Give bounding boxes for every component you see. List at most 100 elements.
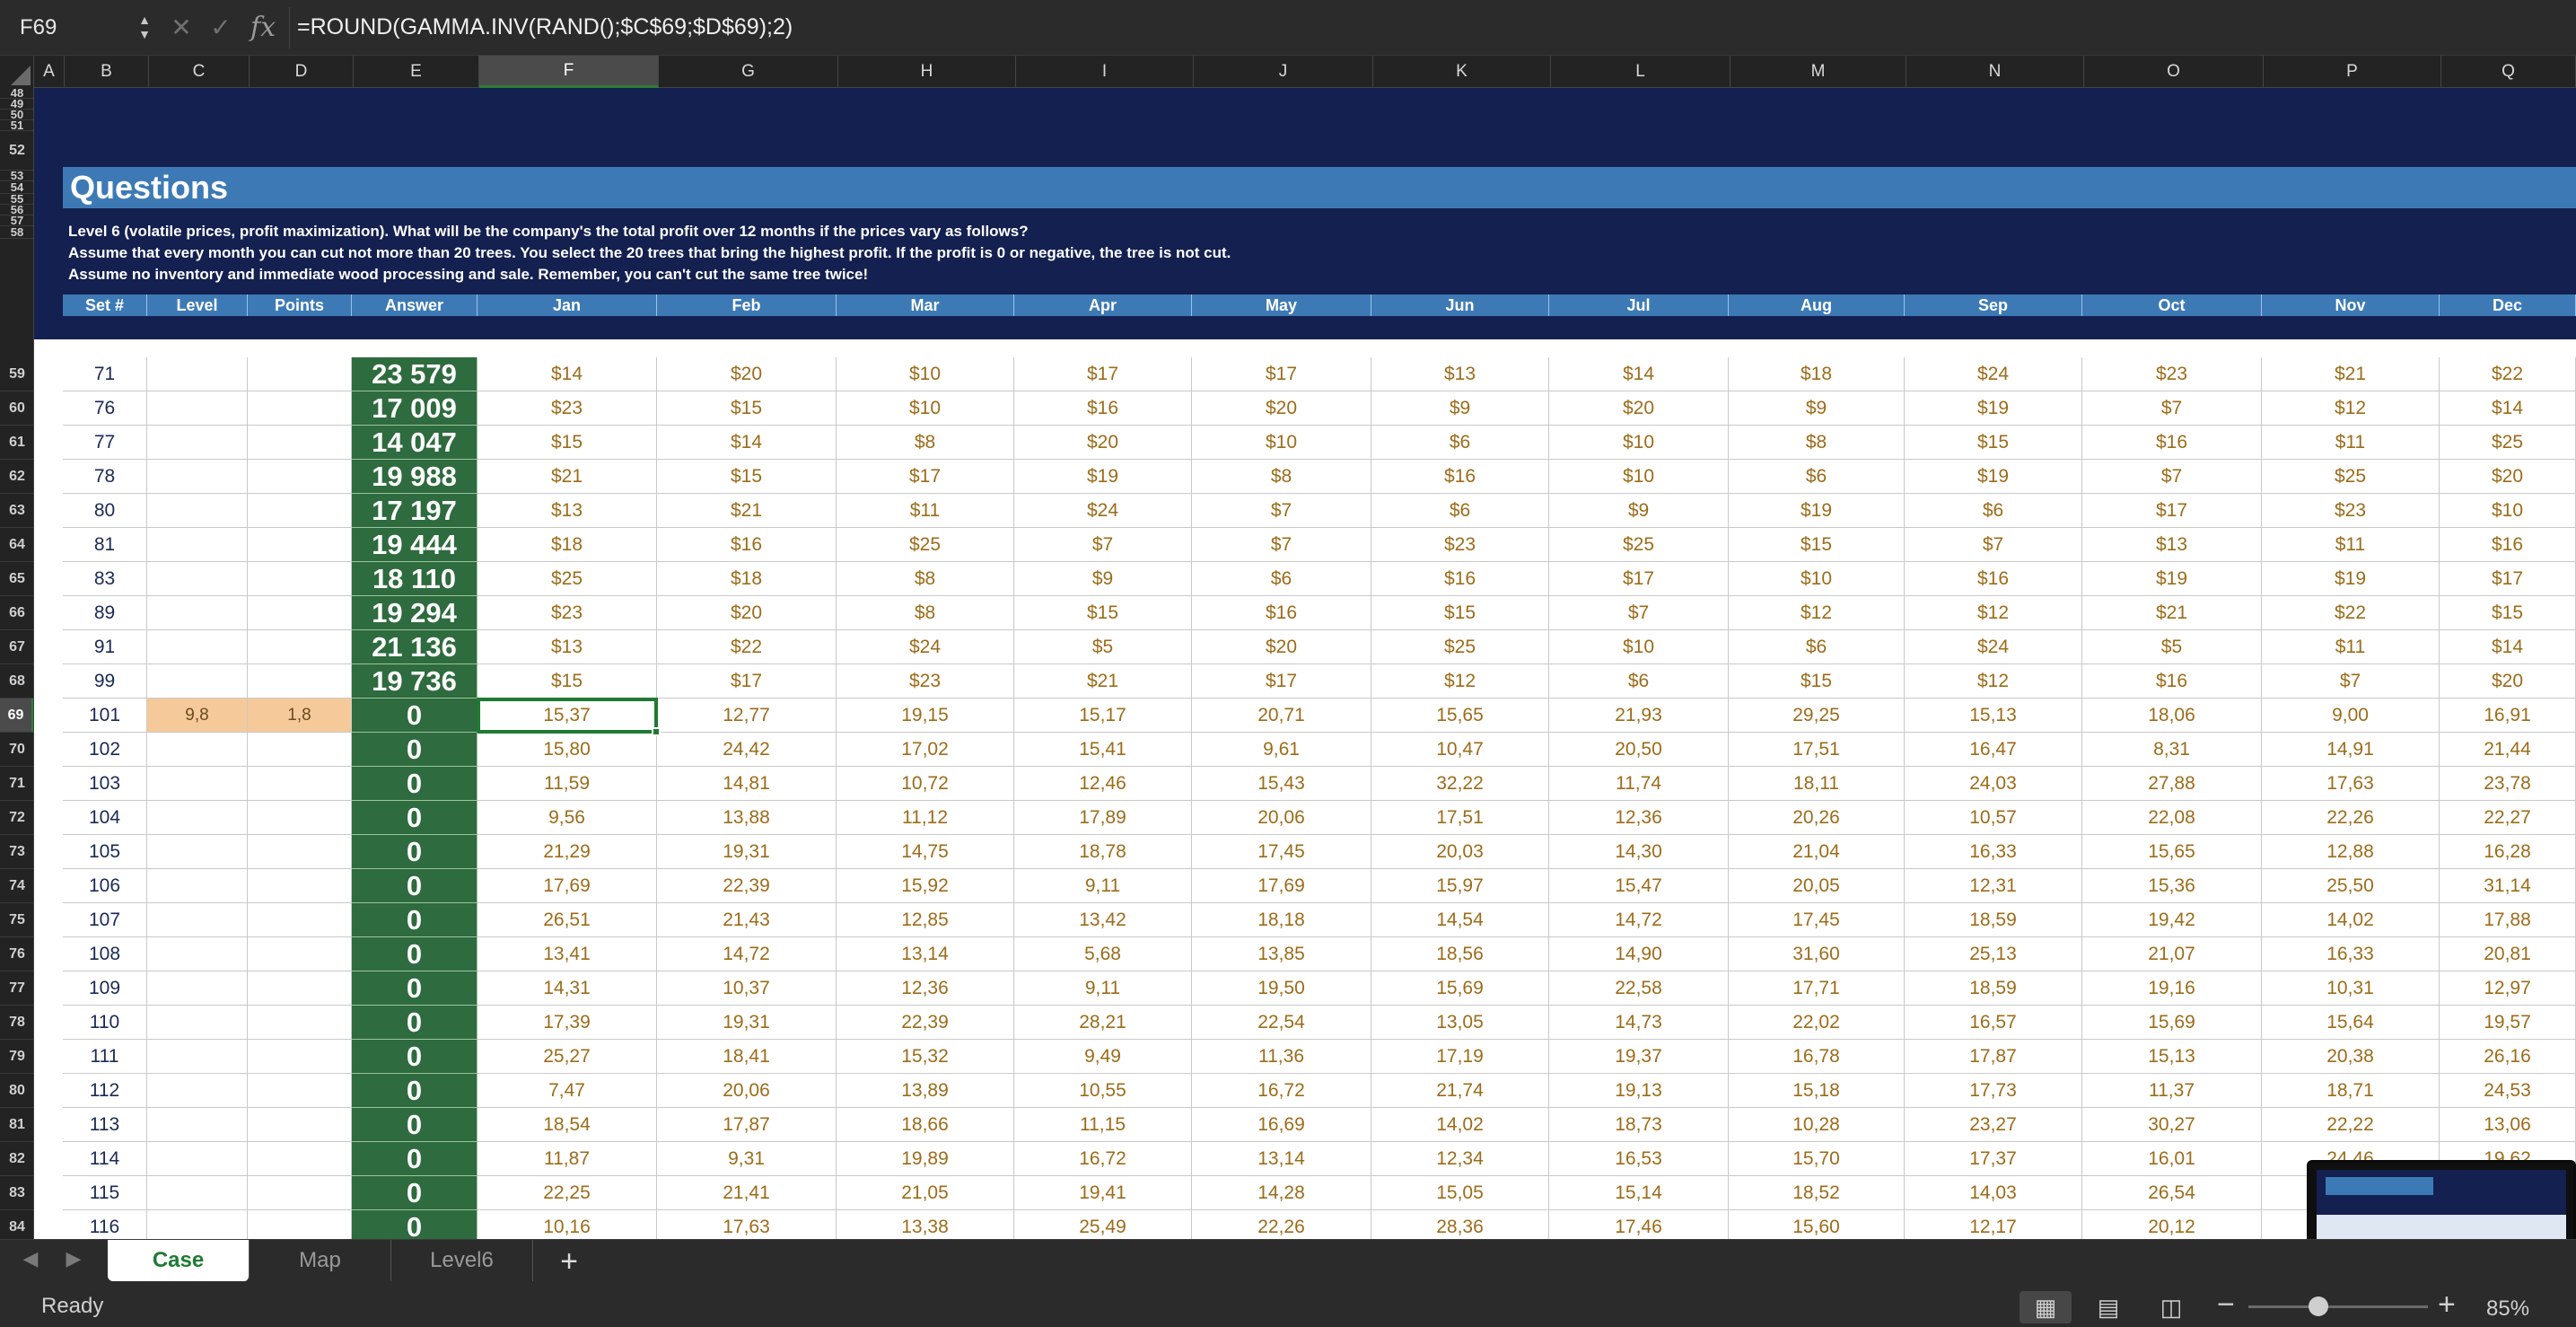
price-cell[interactable]: 28,36: [1371, 1210, 1549, 1239]
answer-cell[interactable]: 0: [352, 1040, 478, 1074]
price-cell[interactable]: $25: [837, 528, 1014, 562]
price-cell[interactable]: 19,13: [1549, 1074, 1729, 1108]
column-header-l[interactable]: L: [1551, 56, 1730, 88]
price-cell[interactable]: 17,63: [2262, 767, 2440, 801]
answer-cell[interactable]: 14 047: [352, 426, 478, 460]
price-cell[interactable]: $8: [1729, 426, 1905, 460]
price-cell[interactable]: $10: [1549, 426, 1729, 460]
price-cell[interactable]: $23: [1371, 528, 1549, 562]
price-cell[interactable]: 18,78: [1014, 835, 1192, 869]
row-header-84[interactable]: 84: [0, 1210, 33, 1239]
price-cell[interactable]: 17,87: [657, 1108, 837, 1142]
answer-cell[interactable]: 23 579: [352, 357, 478, 391]
price-cell[interactable]: $11: [2262, 630, 2440, 664]
price-cell[interactable]: 32,22: [1371, 767, 1549, 801]
price-cell[interactable]: 17,46: [1549, 1210, 1729, 1239]
column-header-n[interactable]: N: [1906, 56, 2084, 88]
price-cell[interactable]: 15,41: [1014, 733, 1192, 767]
price-cell[interactable]: $12: [2262, 391, 2440, 426]
price-cell[interactable]: 9,49: [1014, 1040, 1192, 1074]
price-cell[interactable]: 26,16: [2440, 1040, 2576, 1074]
column-header-c[interactable]: C: [149, 56, 250, 88]
price-cell[interactable]: $8: [837, 426, 1014, 460]
price-cell[interactable]: 17,87: [1905, 1040, 2082, 1074]
points-cell[interactable]: [248, 664, 352, 699]
answer-cell[interactable]: 19 444: [352, 528, 478, 562]
price-cell[interactable]: 21,05: [837, 1176, 1014, 1210]
row-header-58[interactable]: 58: [0, 225, 33, 239]
price-cell[interactable]: $17: [1014, 357, 1192, 391]
price-cell[interactable]: $12: [1729, 596, 1905, 630]
row-header-66[interactable]: 66: [0, 596, 33, 630]
row-header-52[interactable]: 52: [0, 131, 33, 171]
points-cell[interactable]: [248, 835, 352, 869]
price-cell[interactable]: 15,17: [1014, 699, 1192, 733]
price-cell[interactable]: 13,88: [657, 801, 837, 835]
price-cell[interactable]: 14,02: [2262, 903, 2440, 937]
answer-cell[interactable]: 0: [352, 1142, 478, 1176]
price-cell[interactable]: $7: [2082, 460, 2262, 494]
price-cell[interactable]: 19,89: [837, 1142, 1014, 1176]
row-header-79[interactable]: 79: [0, 1040, 33, 1074]
column-header-j[interactable]: J: [1194, 56, 1373, 88]
answer-cell[interactable]: 0: [352, 1108, 478, 1142]
row-header-59[interactable]: 59: [0, 357, 33, 391]
price-cell[interactable]: $8: [837, 596, 1014, 630]
price-cell[interactable]: 30,27: [2082, 1108, 2262, 1142]
price-cell[interactable]: 15,18: [1729, 1074, 1905, 1108]
level-cell[interactable]: [147, 1210, 248, 1239]
price-cell[interactable]: 20,38: [2262, 1040, 2440, 1074]
price-cell[interactable]: 22,58: [1549, 971, 1729, 1006]
price-cell[interactable]: 20,26: [1729, 801, 1905, 835]
answer-cell[interactable]: 0: [352, 767, 478, 801]
price-cell[interactable]: 19,31: [657, 1006, 837, 1040]
price-cell[interactable]: $6: [1192, 562, 1371, 596]
price-cell[interactable]: 7,47: [478, 1074, 657, 1108]
price-cell[interactable]: $18: [1729, 357, 1905, 391]
set-number-cell[interactable]: 81: [63, 528, 147, 562]
column-header-i[interactable]: I: [1016, 56, 1194, 88]
price-cell[interactable]: 21,04: [1729, 835, 1905, 869]
insert-function-icon[interactable]: fx: [241, 12, 285, 43]
level-cell[interactable]: [147, 562, 248, 596]
points-cell[interactable]: [248, 971, 352, 1006]
price-cell[interactable]: 15,64: [2262, 1006, 2440, 1040]
price-cell[interactable]: 17,88: [2440, 903, 2576, 937]
price-cell[interactable]: $20: [2440, 664, 2576, 699]
answer-cell[interactable]: 19 988: [352, 460, 478, 494]
answer-cell[interactable]: 0: [352, 1210, 478, 1239]
answer-cell[interactable]: 0: [352, 699, 478, 733]
price-cell[interactable]: 12,97: [2440, 971, 2576, 1006]
price-cell[interactable]: 18,06: [2082, 699, 2262, 733]
answer-cell[interactable]: 0: [352, 869, 478, 903]
price-cell[interactable]: $15: [1729, 664, 1905, 699]
row-header-61[interactable]: 61: [0, 426, 33, 460]
price-cell[interactable]: $20: [1192, 630, 1371, 664]
price-cell[interactable]: 12,46: [1014, 767, 1192, 801]
set-number-cell[interactable]: 108: [63, 937, 147, 971]
price-cell[interactable]: 17,39: [478, 1006, 657, 1040]
set-number-cell[interactable]: 71: [63, 357, 147, 391]
price-cell[interactable]: 23,27: [1905, 1108, 2082, 1142]
price-cell[interactable]: 19,41: [1014, 1176, 1192, 1210]
price-cell[interactable]: 8,31: [2082, 733, 2262, 767]
price-cell[interactable]: $20: [1192, 391, 1371, 426]
price-cell[interactable]: 25,27: [478, 1040, 657, 1074]
zoom-slider[interactable]: [2248, 1305, 2428, 1308]
price-cell[interactable]: $12: [1905, 596, 2082, 630]
price-cell[interactable]: $18: [478, 528, 657, 562]
price-cell[interactable]: 15,69: [1371, 971, 1549, 1006]
points-cell[interactable]: [248, 1040, 352, 1074]
price-cell[interactable]: 23,78: [2440, 767, 2576, 801]
price-cell[interactable]: $8: [1192, 460, 1371, 494]
price-cell[interactable]: $17: [1192, 357, 1371, 391]
price-cell[interactable]: 11,74: [1549, 767, 1729, 801]
price-cell[interactable]: $17: [1192, 664, 1371, 699]
price-cell[interactable]: 24,03: [1905, 767, 2082, 801]
price-cell[interactable]: 18,56: [1371, 937, 1549, 971]
level-cell[interactable]: [147, 767, 248, 801]
set-number-cell[interactable]: 104: [63, 801, 147, 835]
price-cell[interactable]: 9,00: [2262, 699, 2440, 733]
fill-handle[interactable]: [652, 727, 661, 736]
price-cell[interactable]: $16: [1014, 391, 1192, 426]
